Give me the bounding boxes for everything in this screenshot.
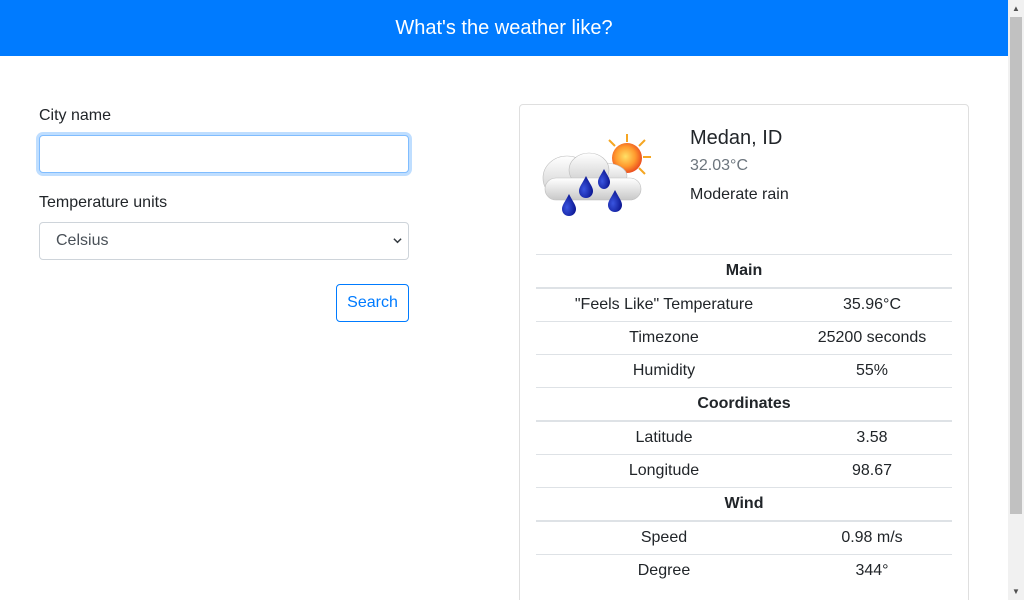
section-title: Main bbox=[536, 253, 952, 289]
row-label: Speed bbox=[536, 520, 792, 555]
city-name: Medan, ID bbox=[690, 127, 783, 149]
row-value: 0.98 m/s bbox=[792, 520, 952, 555]
row-value: 55% bbox=[792, 353, 952, 388]
section-header-main: Main bbox=[536, 253, 952, 289]
row-value: 344° bbox=[792, 553, 952, 588]
temperature-units-label: Temperature units bbox=[39, 194, 168, 211]
section-header-coordinates: Coordinates bbox=[536, 387, 952, 422]
row-label: Degree bbox=[536, 553, 792, 588]
table-row: Timezone 25200 seconds bbox=[536, 320, 952, 355]
row-label: Latitude bbox=[536, 420, 792, 455]
section-header-wind: Wind bbox=[536, 487, 952, 522]
table-row: Humidity 55% bbox=[536, 353, 952, 388]
row-value: 98.67 bbox=[792, 453, 952, 488]
row-value: 3.58 bbox=[792, 420, 952, 455]
vertical-scrollbar[interactable]: ▲ ▼ bbox=[1008, 0, 1024, 600]
table-row: Latitude 3.58 bbox=[536, 420, 952, 455]
search-form: City name Temperature units Celsius Sear… bbox=[39, 106, 409, 322]
units-group: Temperature units Celsius bbox=[39, 193, 409, 260]
city-name-input[interactable] bbox=[39, 135, 409, 173]
top-navbar: What's the weather like? bbox=[0, 0, 1008, 56]
table-row: "Feels Like" Temperature 35.96°C bbox=[536, 287, 952, 322]
row-label: "Feels Like" Temperature bbox=[536, 287, 792, 322]
row-value: 35.96°C bbox=[792, 287, 952, 322]
row-value: 25200 seconds bbox=[792, 320, 952, 355]
scrollbar-thumb[interactable] bbox=[1010, 17, 1022, 514]
scroll-down-arrow-icon[interactable]: ▼ bbox=[1008, 583, 1024, 600]
table-row: Longitude 98.67 bbox=[536, 453, 952, 488]
scroll-up-arrow-icon[interactable]: ▲ bbox=[1008, 0, 1024, 17]
table-row: Degree 344° bbox=[536, 553, 952, 588]
temperature-units-select[interactable]: Celsius bbox=[39, 222, 409, 260]
section-title: Coordinates bbox=[536, 387, 952, 422]
section-title: Wind bbox=[536, 487, 952, 522]
row-label: Humidity bbox=[536, 353, 792, 388]
weather-card: Medan, ID 32.03°C Moderate rain Main "Fe… bbox=[519, 104, 969, 600]
city-name-label: City name bbox=[39, 107, 112, 124]
weather-description: Moderate rain bbox=[690, 186, 789, 203]
rain-cloud-sun-icon bbox=[542, 134, 651, 216]
page-title: What's the weather like? bbox=[395, 16, 613, 39]
weather-details-table: Main "Feels Like" Temperature 35.96°C Ti… bbox=[536, 253, 952, 588]
selected-unit: Celsius bbox=[56, 232, 109, 249]
table-row: Speed 0.98 m/s bbox=[536, 520, 952, 555]
current-temperature: 32.03°C bbox=[690, 157, 748, 174]
row-label: Longitude bbox=[536, 453, 792, 488]
chevron-down-icon bbox=[393, 238, 402, 244]
search-button[interactable]: Search bbox=[336, 284, 409, 322]
row-label: Timezone bbox=[536, 320, 792, 355]
